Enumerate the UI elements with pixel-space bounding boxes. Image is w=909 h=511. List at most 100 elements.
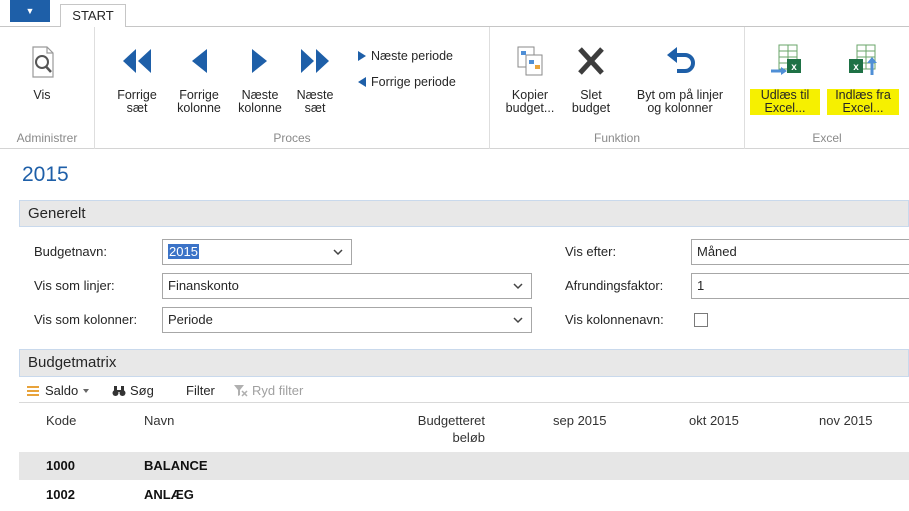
export-excel-icon: x bbox=[771, 44, 801, 75]
table-row[interactable]: 1002 ANLÆG bbox=[19, 481, 909, 509]
vis-button[interactable]: Vis bbox=[22, 41, 62, 102]
binoculars-icon bbox=[112, 385, 126, 396]
group-administrer: Vis Administrer bbox=[0, 27, 95, 149]
indlaes-excel-button[interactable]: x Indlæs fra Excel... bbox=[827, 41, 899, 115]
generelt-header[interactable]: Generelt bbox=[19, 200, 909, 227]
chevron-down-icon[interactable] bbox=[333, 240, 343, 273]
group-label-funktion: Funktion bbox=[593, 131, 641, 145]
vis-som-linjer-value: Finanskonto bbox=[168, 278, 239, 293]
soeg-label: Søg bbox=[130, 383, 154, 398]
row-navn: ANLÆG bbox=[144, 487, 194, 502]
column-header-budgetteret[interactable]: Budgetteret beløb bbox=[381, 412, 485, 446]
kopier-budget-button[interactable]: Kopier budget... bbox=[498, 41, 562, 115]
group-funktion: Kopier budget... Slet budget Byt om på l… bbox=[490, 27, 745, 149]
page-title: 2015 bbox=[22, 163, 69, 186]
group-label-proces: Proces bbox=[273, 131, 311, 145]
afrundingsfaktor-value: 1 bbox=[697, 278, 705, 293]
arrow-left-icon bbox=[192, 49, 207, 73]
svg-text:x: x bbox=[791, 62, 797, 73]
saldo-button[interactable]: Saldo bbox=[27, 383, 90, 398]
naeste-periode-label: Næste periode bbox=[371, 49, 453, 63]
vis-efter-label: Vis efter: bbox=[565, 244, 617, 259]
naeste-kolonne-label-2: kolonne bbox=[238, 101, 282, 115]
table-row[interactable]: 1000 BALANCE bbox=[19, 452, 909, 480]
vis-som-kolonner-value: Periode bbox=[168, 312, 213, 327]
slet-label-2: budget bbox=[571, 101, 611, 115]
arrow-right-icon bbox=[252, 49, 267, 73]
forrige-periode-button[interactable]: Forrige periode bbox=[357, 75, 456, 89]
byt-label-2: og kolonner bbox=[647, 101, 713, 115]
naeste-saet-button[interactable]: Næste sæt bbox=[293, 41, 337, 115]
row-kode: 1000 bbox=[46, 458, 75, 473]
svg-text:x: x bbox=[853, 62, 859, 73]
delete-x-icon bbox=[578, 47, 604, 75]
budgetteret-label-2: beløb bbox=[452, 430, 485, 445]
budgetnavn-value: 2015 bbox=[168, 244, 199, 259]
magnifier-page-icon bbox=[32, 46, 54, 78]
group-label-administrer: Administrer bbox=[16, 131, 78, 145]
column-header-nov[interactable]: nov 2015 bbox=[819, 412, 873, 429]
column-header-sep[interactable]: sep 2015 bbox=[553, 412, 607, 429]
import-excel-icon: x bbox=[849, 44, 877, 75]
saldo-icon bbox=[27, 385, 39, 396]
naeste-periode-button[interactable]: Næste periode bbox=[357, 49, 453, 63]
filter-label: Filter bbox=[186, 383, 215, 398]
vis-kolonnenavn-checkbox[interactable] bbox=[694, 313, 708, 327]
tab-start[interactable]: START bbox=[60, 4, 126, 28]
udlaes-label-2: Excel... bbox=[750, 102, 820, 115]
forrige-saet-label-2: sæt bbox=[126, 101, 148, 115]
filter-button[interactable]: Filter bbox=[186, 383, 215, 398]
naeste-saet-label-2: sæt bbox=[304, 101, 326, 115]
afrundingsfaktor-field[interactable]: 1 bbox=[691, 273, 909, 299]
app-menu-button[interactable]: ▼ bbox=[10, 0, 50, 22]
clear-filter-icon bbox=[234, 384, 248, 397]
caret-down-icon bbox=[83, 388, 90, 393]
vis-efter-field[interactable]: Måned bbox=[691, 239, 909, 265]
rotate-arrow-icon bbox=[667, 47, 695, 73]
column-header-kode[interactable]: Kode bbox=[46, 412, 76, 429]
vis-kolonnenavn-label: Vis kolonnenavn: bbox=[565, 312, 664, 327]
udlaes-excel-button[interactable]: x Udlæs til Excel... bbox=[750, 41, 820, 115]
app-menu-glyph: ▼ bbox=[25, 6, 35, 16]
budgetnavn-field[interactable]: 2015 bbox=[162, 239, 352, 265]
forrige-periode-label: Forrige periode bbox=[371, 75, 456, 89]
naeste-kolonne-button[interactable]: Næste kolonne bbox=[232, 41, 288, 115]
vis-som-linjer-field[interactable]: Finanskonto bbox=[162, 273, 532, 299]
group-proces: Forrige sæt Forrige kolonne Næste kolonn… bbox=[95, 27, 490, 149]
ribbon-tab-bar: ▼ START bbox=[0, 0, 909, 28]
small-arrow-left-icon bbox=[358, 77, 366, 87]
vis-som-kolonner-label: Vis som kolonner: bbox=[34, 312, 138, 327]
group-label-excel: Excel bbox=[812, 131, 842, 145]
soeg-button[interactable]: Søg bbox=[112, 383, 154, 398]
vis-som-linjer-label: Vis som linjer: bbox=[34, 278, 115, 293]
saldo-label: Saldo bbox=[45, 383, 79, 398]
small-arrow-right-icon bbox=[358, 51, 366, 61]
chevron-down-icon[interactable] bbox=[513, 308, 523, 341]
chevron-down-icon[interactable] bbox=[513, 274, 523, 307]
forrige-kolonne-label-2: kolonne bbox=[177, 101, 221, 115]
forrige-saet-button[interactable]: Forrige sæt bbox=[112, 41, 162, 115]
row-navn: BALANCE bbox=[144, 458, 208, 473]
column-header-okt[interactable]: okt 2015 bbox=[689, 412, 739, 429]
copy-document-icon bbox=[517, 46, 543, 76]
vis-label: Vis bbox=[33, 88, 51, 102]
slet-budget-button[interactable]: Slet budget bbox=[567, 41, 615, 115]
group-excel: x Udlæs til Excel... x Indlæs fra Excel.… bbox=[745, 27, 909, 149]
indlaes-label-2: Excel... bbox=[827, 102, 899, 115]
column-header-navn[interactable]: Navn bbox=[144, 412, 174, 429]
forrige-kolonne-button[interactable]: Forrige kolonne bbox=[171, 41, 227, 115]
kopier-label-2: budget... bbox=[505, 101, 555, 115]
afrundingsfaktor-label: Afrundingsfaktor: bbox=[565, 278, 664, 293]
ribbon: Vis Administrer Forrige sæt Forrige kolo… bbox=[0, 27, 909, 149]
row-kode: 1002 bbox=[46, 487, 75, 502]
budget-matrix-table: Kode Navn Budgetteret beløb sep 2015 okt… bbox=[19, 402, 909, 511]
budgetmatrix-header[interactable]: Budgetmatrix bbox=[19, 349, 909, 377]
double-arrow-left-icon bbox=[123, 49, 151, 73]
double-arrow-right-icon bbox=[301, 49, 329, 73]
vis-efter-value: Måned bbox=[697, 244, 737, 259]
byt-om-button[interactable]: Byt om på linjer og kolonner bbox=[624, 41, 736, 115]
vis-som-kolonner-field[interactable]: Periode bbox=[162, 307, 532, 333]
ryd-filter-button[interactable]: Ryd filter bbox=[234, 383, 303, 398]
budgetteret-label-1: Budgetteret bbox=[417, 413, 485, 428]
budgetnavn-label: Budgetnavn: bbox=[34, 244, 108, 259]
